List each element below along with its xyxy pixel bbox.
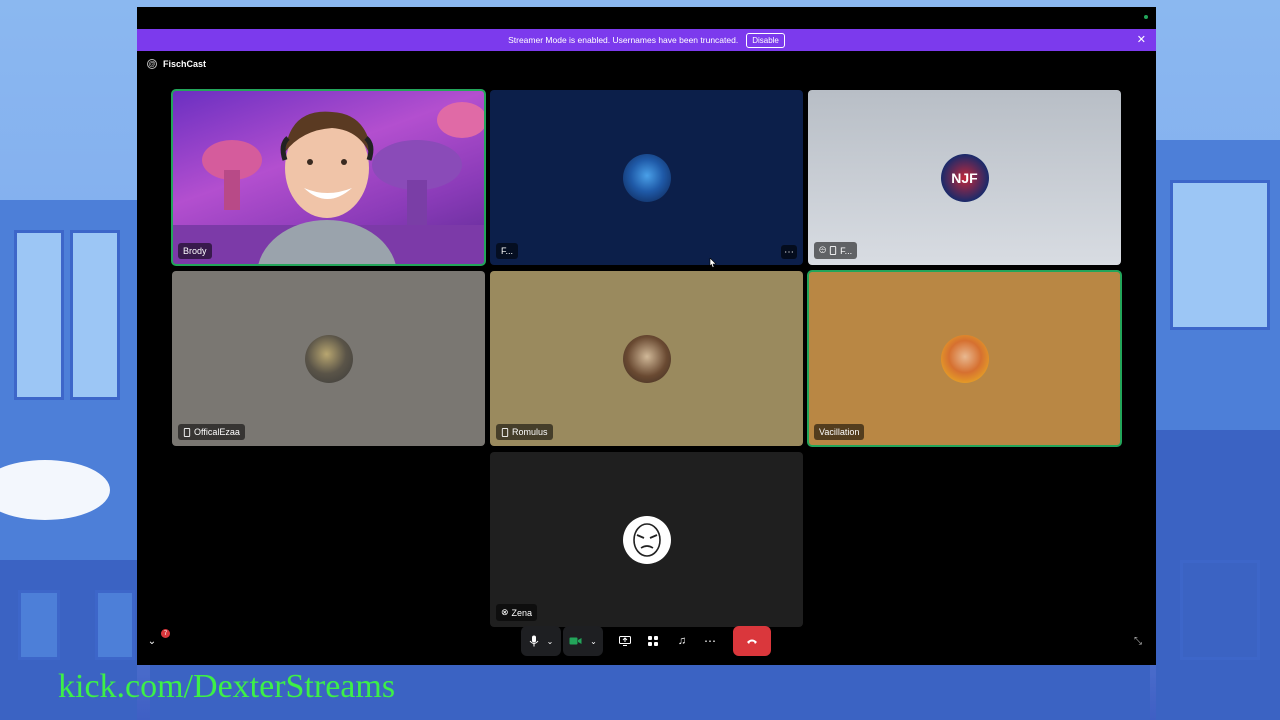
notification-badge: 7 — [161, 629, 170, 638]
collapse-icon: ⤡ — [1134, 635, 1142, 647]
expand-chevron-icon[interactable]: ⌄ — [145, 626, 159, 656]
mobile-icon — [501, 427, 509, 437]
participant-name: Brody — [178, 243, 212, 259]
avatar — [622, 515, 671, 564]
avatar — [940, 334, 989, 383]
xbox-icon: ⊗ — [501, 607, 509, 617]
participant-tile-zena[interactable]: ⊗ Zena — [490, 452, 803, 627]
more-icon: ⋯ — [704, 634, 716, 648]
microphone-button[interactable]: ⌄ — [521, 626, 561, 656]
hang-up-icon — [747, 639, 757, 644]
avatar: NJF — [940, 153, 989, 202]
microphone-icon — [529, 635, 539, 647]
streamer-mode-banner: Streamer Mode is enabled. Usernames have… — [137, 29, 1156, 51]
screen-share-button[interactable] — [615, 626, 635, 656]
mouse-cursor — [709, 258, 717, 268]
participant-name: ⨸ F... — [814, 242, 858, 259]
close-icon[interactable]: ✕ — [1137, 33, 1146, 46]
avatar — [304, 334, 353, 383]
participant-name: OfficalEzaa — [178, 424, 245, 440]
status-dot — [1144, 15, 1148, 19]
channel-name: FischCast — [163, 59, 207, 69]
participant-name: F... — [496, 243, 519, 259]
activities-icon — [648, 636, 658, 646]
more-button[interactable]: ⋯ — [700, 626, 720, 656]
more-options-icon[interactable]: ⋯ — [781, 245, 797, 259]
participant-name: ⊗ Zena — [496, 604, 538, 621]
avatar — [622, 153, 671, 202]
mobile-icon — [183, 427, 191, 437]
camera-button[interactable]: ⌄ — [563, 626, 603, 656]
activities-button[interactable] — [643, 626, 663, 656]
screen-share-icon — [619, 636, 631, 646]
video-feed — [172, 102, 485, 265]
soundboard-icon: ♫ — [677, 635, 687, 647]
voice-call-window: Streamer Mode is enabled. Usernames have… — [137, 7, 1156, 665]
mobile-icon — [829, 246, 837, 255]
deafened-icon: ⨸ — [819, 245, 827, 255]
channel-header: @ FischCast — [147, 59, 206, 69]
camera-icon — [569, 637, 582, 645]
chevron-down-icon[interactable]: ⌄ — [547, 637, 554, 646]
participant-tile-3[interactable]: NJF ⨸ F... — [808, 90, 1121, 265]
banner-message: Streamer Mode is enabled. Usernames have… — [508, 35, 739, 45]
at-icon: @ — [147, 59, 157, 69]
participant-tile-vacillation[interactable]: Vacillation — [807, 270, 1122, 447]
chevron-down-icon[interactable]: ⌄ — [590, 637, 597, 646]
stream-url-overlay: kick.com/DexterStreams — [58, 668, 396, 705]
soundboard-button[interactable]: ♫ — [672, 626, 692, 656]
participant-tile-officalezaa[interactable]: OfficalEzaa — [172, 271, 485, 446]
participant-name: Vacillation — [814, 424, 865, 440]
participant-name: Romulus — [496, 424, 553, 440]
participant-tile-romulus[interactable]: Romulus — [490, 271, 803, 446]
hang-up-button[interactable] — [733, 626, 771, 656]
avatar — [622, 334, 671, 383]
disable-button[interactable]: Disable — [746, 32, 785, 48]
call-toolbar: ⌄ 7 ⌄ ⌄ ♫ ⋯ ⤡ — [137, 626, 1156, 656]
participant-tile-2[interactable]: F... ⋯ — [490, 90, 803, 265]
collapse-button[interactable]: ⤡ — [1130, 626, 1146, 656]
participant-tile-brody[interactable]: Brody — [171, 89, 486, 266]
